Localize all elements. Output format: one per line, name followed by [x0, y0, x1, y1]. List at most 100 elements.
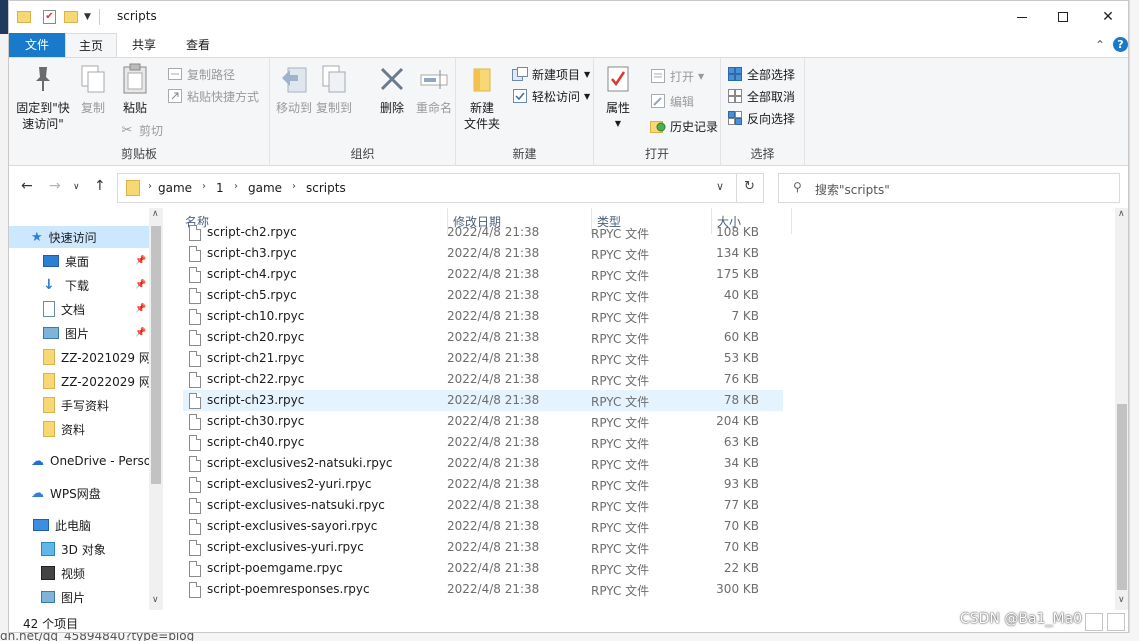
column-divider[interactable] [791, 208, 792, 234]
minimize-button[interactable] [999, 1, 1045, 33]
file-row[interactable]: script-ch30.rpyc 2022/4/8 21:38 RPYC 文件 204… [183, 411, 783, 432]
invert-selection-button[interactable]: 反向选择 [727, 108, 795, 128]
invert-selection-label: 反向选择 [747, 111, 796, 126]
file-row[interactable]: script-ch3.rpyc 2022/4/8 21:38 RPYC 文件 134 … [183, 243, 783, 264]
nav-this-pc[interactable]: 此电脑 [9, 514, 149, 536]
delete-button[interactable]: 删除 [374, 62, 410, 116]
details-view-icon[interactable] [1085, 613, 1103, 631]
rename-button[interactable]: 重命名 [414, 62, 454, 116]
copy-button[interactable]: 复制 [75, 62, 111, 116]
scroll-up-icon[interactable]: ∧ [152, 209, 159, 219]
history-button[interactable]: 历史记录 [650, 116, 718, 136]
file-row[interactable]: script-exclusives2-natsuki.rpyc 2022/4/8 … [183, 453, 783, 474]
recent-locations-chevron-icon[interactable]: ∨ [73, 182, 80, 192]
customize-toolbar-dropdown-icon[interactable]: ▼ [84, 12, 91, 22]
nav-3d-objects[interactable]: 3D 对象 [9, 538, 149, 560]
paste-shortcut-button[interactable]: 粘贴快捷方式 [167, 86, 259, 106]
cube-3d-icon [41, 542, 55, 556]
pin-label-line1: 固定到"快 [16, 101, 70, 115]
new-item-button[interactable]: 新建项目 ▼ [512, 64, 590, 84]
back-arrow-icon[interactable]: ← [21, 178, 33, 194]
help-icon[interactable]: ? [1113, 37, 1128, 52]
file-size: 77 KB [723, 498, 759, 512]
sidebar-item[interactable]: 手写资料 [9, 394, 149, 416]
address-dropdown-icon[interactable]: ∨ [716, 180, 724, 193]
file-row[interactable]: script-exclusives-yuri.rpyc 2022/4/8 21:3… [183, 537, 783, 558]
select-all-button[interactable]: 全部选择 [727, 64, 795, 84]
breadcrumb-game-2[interactable]: game [248, 181, 282, 195]
open-icon [650, 68, 666, 84]
file-date: 2022/4/8 21:38 [447, 225, 540, 239]
file-list-scrollbar-thumb[interactable] [1117, 404, 1127, 590]
nav-quick-access[interactable]: ★ 快速访问 [9, 226, 149, 248]
collapse-ribbon-icon[interactable]: ⌃ [1095, 38, 1105, 52]
file-row[interactable]: script-exclusives-natsuki.rpyc 2022/4/8 2… [183, 495, 783, 516]
file-row[interactable]: script-ch2.rpyc 2022/4/8 21:38 RPYC 文件 108 … [183, 222, 783, 243]
large-icons-view-icon[interactable] [1107, 613, 1125, 631]
navigation-scrollbar-thumb[interactable] [151, 226, 161, 484]
sidebar-item[interactable]: ZZ-2022029 网 [9, 370, 149, 392]
file-row[interactable]: script-ch22.rpyc 2022/4/8 21:38 RPYC 文件 76 … [183, 369, 783, 390]
new-folder-button[interactable]: 新建 文件夹 [462, 62, 502, 132]
sidebar-item[interactable]: 图片 📌 [9, 322, 149, 344]
properties-button[interactable]: 属性 ▼ [600, 62, 636, 132]
tab-file[interactable]: 文件 [9, 33, 65, 57]
file-row[interactable]: script-exclusives2-yuri.rpyc 2022/4/8 21:… [183, 474, 783, 495]
sidebar-item[interactable]: 资料 [9, 418, 149, 440]
tab-home[interactable]: 主页 [65, 33, 117, 57]
file-row[interactable]: script-ch4.rpyc 2022/4/8 21:38 RPYC 文件 175 … [183, 264, 783, 285]
scroll-down-icon[interactable]: ∨ [152, 595, 159, 605]
file-row[interactable]: script-poemresponses.rpyc 2022/4/8 21:38 R… [183, 579, 783, 600]
breadcrumb-1[interactable]: 1 [216, 181, 224, 195]
sidebar-item[interactable]: 桌面 📌 [9, 250, 149, 272]
open-button[interactable]: 打开 ▼ [650, 66, 704, 86]
address-box[interactable]: › game › 1 › game › scripts ∨ ↻ [117, 173, 764, 203]
sidebar-item[interactable]: 文档 📌 [9, 298, 149, 320]
tab-share[interactable]: 共享 [121, 33, 167, 57]
nav-wps[interactable]: ☁ WPS网盘 [9, 482, 149, 504]
copy-to-button[interactable]: 复制到 [316, 62, 352, 116]
nav-pc-pictures[interactable]: 图片 [9, 586, 149, 608]
file-date: 2022/4/8 21:38 [447, 330, 540, 344]
move-to-button[interactable]: 移动到 [276, 62, 312, 116]
file-list-scrollbar[interactable]: ∧ ∨ [1115, 208, 1128, 610]
file-row[interactable]: script-exclusives-sayori.rpyc 2022/4/8 21… [183, 516, 783, 537]
paste-shortcut-icon [167, 88, 183, 104]
scroll-down-icon[interactable]: ∨ [1118, 595, 1125, 605]
file-row[interactable]: script-ch40.rpyc 2022/4/8 21:38 RPYC 文件 63 … [183, 432, 783, 453]
tab-view[interactable]: 查看 [173, 33, 223, 57]
file-row[interactable]: script-ch5.rpyc 2022/4/8 21:38 RPYC 文件 40 K… [183, 285, 783, 306]
nav-onedrive[interactable]: ☁ OneDrive - Perso [9, 450, 149, 472]
new-folder-icon[interactable] [64, 11, 78, 23]
scroll-up-icon[interactable]: ∧ [1118, 209, 1125, 219]
paste-button[interactable]: 粘贴 [115, 62, 155, 116]
file-type: RPYC 文件 [591, 227, 650, 241]
forward-arrow-icon[interactable]: → [49, 178, 61, 194]
pin-quick-access-button[interactable]: 固定到"快 速访问" [15, 62, 71, 132]
navigation-scrollbar[interactable]: ∧ ∨ [149, 208, 163, 610]
file-row[interactable]: script-ch21.rpyc 2022/4/8 21:38 RPYC 文件 53 … [183, 348, 783, 369]
close-button[interactable]: ✕ [1085, 1, 1128, 33]
breadcrumb-game[interactable]: game [158, 181, 192, 195]
properties-check-icon[interactable]: ✔ [43, 10, 56, 24]
file-row[interactable]: script-poemgame.rpyc 2022/4/8 21:38 RPYC 文… [183, 558, 783, 579]
select-none-button[interactable]: 全部取消 [727, 86, 795, 106]
file-row[interactable]: script-ch10.rpyc 2022/4/8 21:38 RPYC 文件 7 K… [183, 306, 783, 327]
easy-access-button[interactable]: 轻松访问 ▼ [512, 86, 590, 106]
breadcrumb-scripts[interactable]: scripts [306, 181, 346, 195]
file-row[interactable]: script-ch23.rpyc 2022/4/8 21:38 RPYC 文件 78 … [183, 390, 783, 411]
search-box[interactable]: ⚲ 搜索"scripts" [778, 173, 1120, 203]
cut-button[interactable]: ✂ 剪切 [119, 120, 163, 140]
search-input[interactable]: 搜索"scripts" [815, 181, 890, 198]
sidebar-item[interactable]: ↓ 下载 📌 [9, 274, 149, 296]
nav-videos[interactable]: 视频 [9, 562, 149, 584]
nav-quick-access-label: 快速访问 [48, 230, 97, 245]
file-type: RPYC 文件 [591, 500, 650, 514]
maximize-button[interactable] [1040, 1, 1086, 33]
sidebar-item[interactable]: ZZ-2021029 网 [9, 346, 149, 368]
copy-path-button[interactable]: 复制路径 [167, 64, 235, 84]
file-row[interactable]: script-ch20.rpyc 2022/4/8 21:38 RPYC 文件 60 … [183, 327, 783, 348]
up-arrow-icon[interactable]: ↑ [94, 178, 106, 194]
edit-button[interactable]: 编辑 [650, 91, 694, 111]
refresh-icon[interactable]: ↻ [744, 179, 755, 194]
